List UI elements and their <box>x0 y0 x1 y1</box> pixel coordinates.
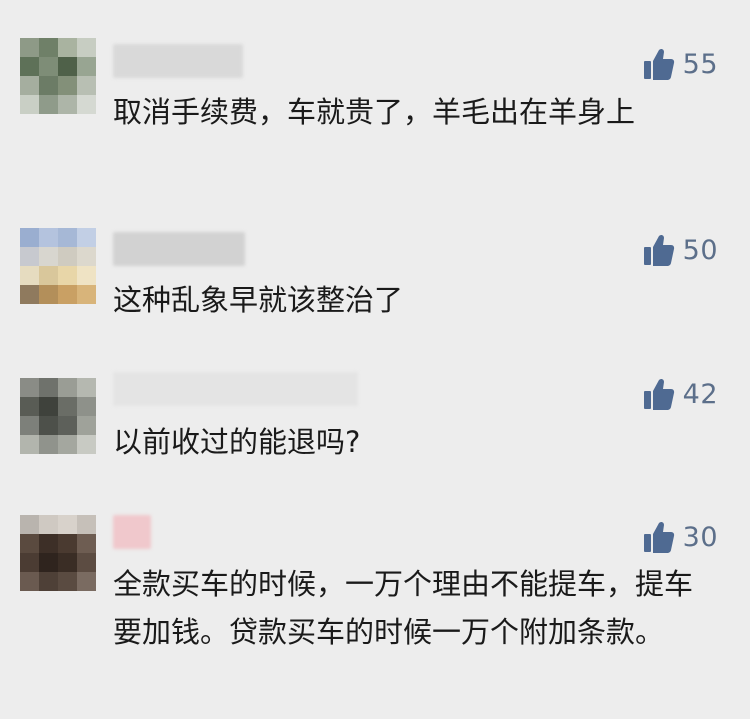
like-button[interactable]: 55 <box>643 44 718 84</box>
avatar[interactable] <box>20 515 96 591</box>
thumbs-up-icon <box>643 521 674 553</box>
like-count: 30 <box>682 521 718 553</box>
avatar[interactable] <box>20 38 96 114</box>
username-blurred[interactable] <box>113 372 358 406</box>
comment-text: 以前收过的能退吗? <box>113 425 361 459</box>
like-count: 50 <box>682 234 718 266</box>
like-count: 42 <box>682 378 718 410</box>
username-blurred[interactable] <box>113 515 151 549</box>
thumbs-up-icon <box>643 234 674 266</box>
like-count: 55 <box>682 48 718 80</box>
comment-text: 全款买车的时候，一万个理由不能提车，提车要加钱。贷款买车的时候一万个附加条款。 <box>113 567 694 649</box>
thumbs-up-icon <box>643 48 674 80</box>
avatar[interactable] <box>20 378 96 454</box>
comment-text: 取消手续费，车就贵了，羊毛出在羊身上 <box>113 95 636 129</box>
username-blurred[interactable] <box>113 232 245 266</box>
comment-text: 这种乱象早就该整治了 <box>113 283 404 317</box>
thumbs-up-icon <box>643 378 674 410</box>
avatar[interactable] <box>20 228 96 304</box>
username-blurred[interactable] <box>113 44 243 78</box>
like-button[interactable]: 50 <box>643 230 718 270</box>
like-button[interactable]: 30 <box>643 517 718 557</box>
like-button[interactable]: 42 <box>643 374 718 414</box>
